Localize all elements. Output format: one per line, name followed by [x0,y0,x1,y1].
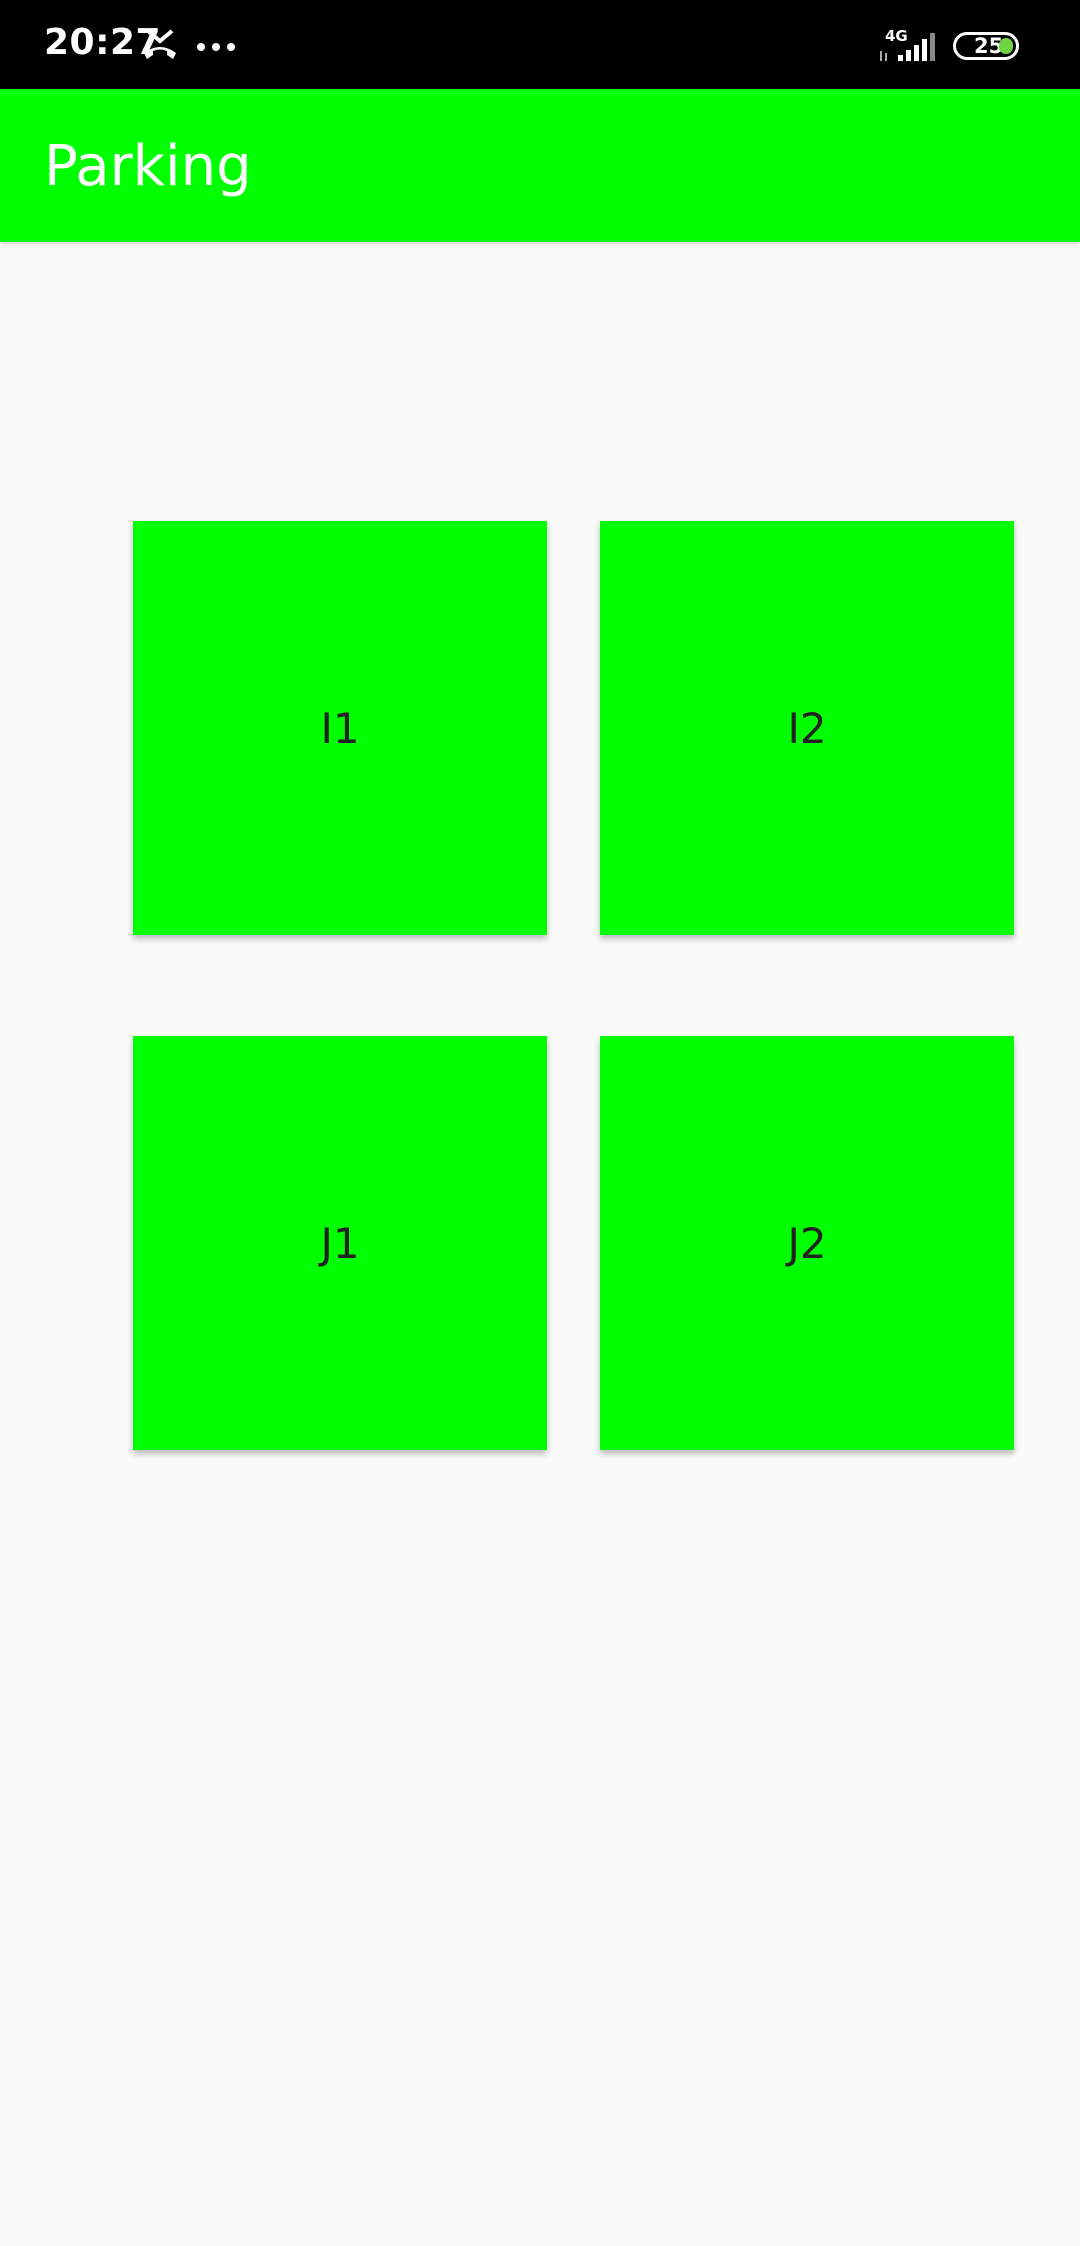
signal-icon [880,33,935,61]
battery-level-indicator [999,38,1013,54]
page-title: Parking [44,134,252,199]
spot-label: I1 [320,703,360,753]
spot-label: J1 [320,1218,360,1268]
battery-icon: 25 [953,32,1019,60]
spot-label: J2 [787,1218,827,1268]
parking-spot-j1[interactable]: J1 [133,1036,547,1450]
app-bar: Parking [0,89,1080,242]
status-bar: 20:27 4G 25 [0,0,1080,89]
call-missed-icon [144,29,176,59]
spot-label: I2 [787,703,827,753]
more-dots-icon [197,43,235,51]
parking-spot-i1[interactable]: I1 [133,521,547,935]
parking-spot-i2[interactable]: I2 [600,521,1014,935]
parking-spot-j2[interactable]: J2 [600,1036,1014,1450]
